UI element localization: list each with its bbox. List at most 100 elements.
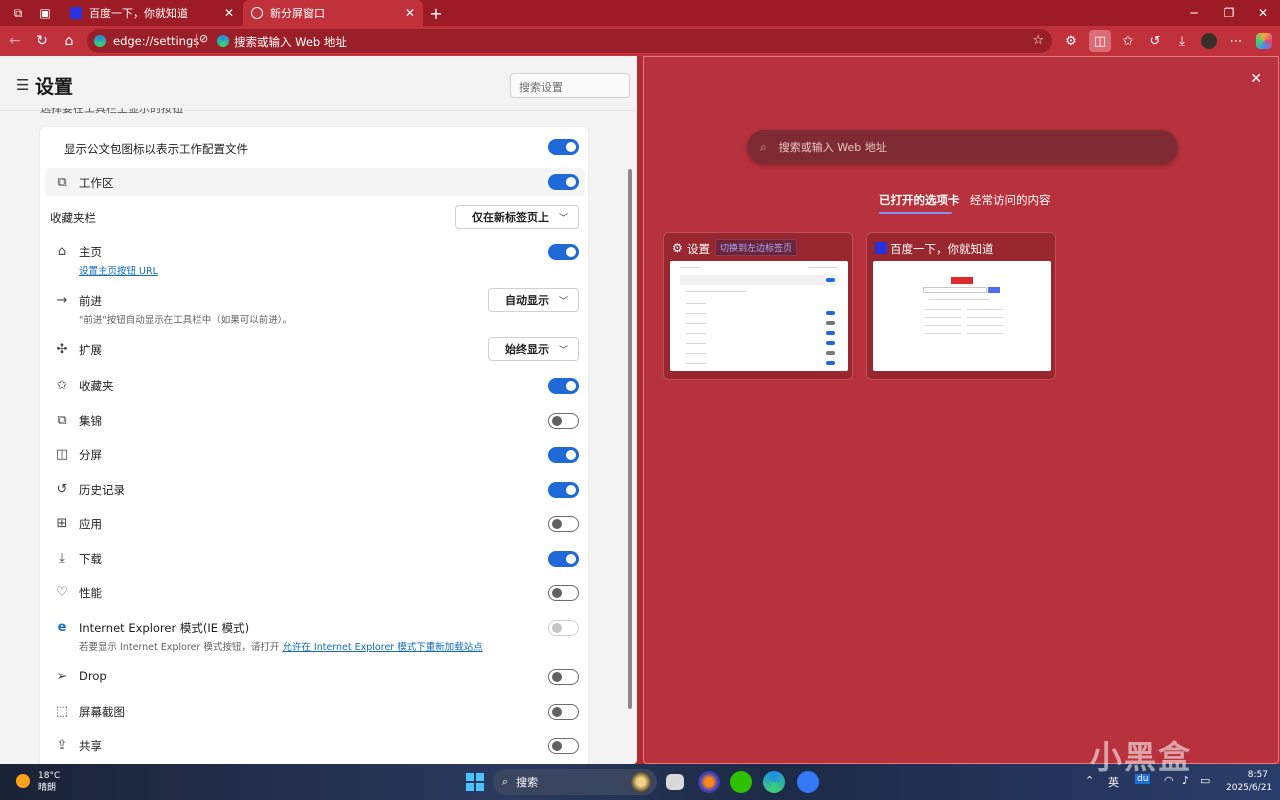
tab-open-tabs[interactable]: 已打开的选项卡 xyxy=(879,192,960,208)
watermark-logo: 小黑盒 xyxy=(1090,738,1193,776)
chevron-down-icon: ﹀ xyxy=(558,213,568,224)
edge-icon[interactable] xyxy=(763,771,785,793)
gear-icon: ⚙ xyxy=(672,241,683,255)
apps-icon: ⊞ xyxy=(56,516,68,531)
start-button[interactable] xyxy=(466,773,484,791)
workspaces-icon[interactable]: ⧉ xyxy=(6,2,30,24)
hamburger-menu-icon[interactable]: ☰ xyxy=(16,76,29,94)
settings-search-input[interactable]: 搜索设置 xyxy=(510,73,630,98)
toggle-home[interactable] xyxy=(548,244,579,260)
tab-frequent[interactable]: 经常访问的内容 xyxy=(970,192,1051,208)
more-menu-icon[interactable]: ⋯ xyxy=(1225,30,1247,52)
row-favorites-bar: 收藏夹栏 仅在新标签页上 ﹀ xyxy=(45,205,585,229)
favorites-icon: ✩ xyxy=(56,378,68,393)
baidu-favicon-icon xyxy=(875,242,887,254)
row-extensions: ✣ 扩展 始终显示 ﹀ xyxy=(45,337,585,362)
wechat-icon[interactable] xyxy=(730,771,752,793)
avatar[interactable] xyxy=(1198,30,1220,52)
address-bar[interactable]: edge://settings ⊘ 搜索或输入 Web 地址 ☆ xyxy=(87,29,1052,53)
row-ie-mode: e Internet Explorer 模式(IE 模式) 若要显示 Inter… xyxy=(45,620,585,653)
ie-reload-sites-link[interactable]: 允许在 Internet Explorer 模式下重新加载站点 xyxy=(282,642,482,653)
weather-widget[interactable]: 18°C 晴朗 xyxy=(38,770,60,794)
tab-label: 百度一下，你就知道 xyxy=(89,7,188,20)
row-collections: ⧉ 集锦 xyxy=(45,413,585,431)
chevron-down-icon: ﹀ xyxy=(558,345,568,356)
row-home: ⌂ 主页 设置主页按钮 URL xyxy=(45,244,585,277)
minimize-icon[interactable]: ─ xyxy=(1176,0,1212,26)
sun-icon[interactable] xyxy=(16,774,30,788)
app-orb-icon[interactable] xyxy=(698,771,720,793)
app-circle-icon[interactable] xyxy=(797,771,819,793)
tab-new-split[interactable]: 新分屏窗口 ✕ xyxy=(243,0,423,26)
settings-thumbnail xyxy=(670,261,848,371)
favorites-icon[interactable]: ✩ xyxy=(1117,30,1139,52)
toggle-screenshot[interactable] xyxy=(548,704,579,720)
row-downloads: ⤓ 下载 xyxy=(45,551,585,569)
screenshot-icon: ⬚ xyxy=(55,704,69,719)
active-tab-indicator xyxy=(879,212,952,214)
tab-baidu[interactable]: 百度一下，你就知道 ✕ xyxy=(62,0,242,26)
toolbar: ← ↻ ⌂ edge://settings ⊘ 搜索或输入 Web 地址 ☆ ⚙… xyxy=(0,26,1280,56)
split-link-icon[interactable]: ⊘ xyxy=(199,32,208,45)
toggle-collections[interactable] xyxy=(548,413,579,429)
split-screen-icon[interactable]: ◫ xyxy=(1089,30,1111,52)
scrollbar[interactable] xyxy=(628,169,632,709)
taskbar: 18°C 晴朗 ⌕ 搜索 ⌃ 英 du ◠ ♪ ▭ 8:57 2025/6/21 xyxy=(0,764,1280,800)
restore-icon[interactable]: ❐ xyxy=(1211,0,1247,26)
home-icon[interactable]: ⌂ xyxy=(57,30,81,52)
card-baidu[interactable]: 百度一下，你就知道 xyxy=(866,232,1056,380)
row-work-profile-icon: 显示公文包图标以表示工作配置文件 xyxy=(45,139,585,161)
toggle-performance[interactable] xyxy=(548,585,579,601)
toggle-work-profile[interactable] xyxy=(548,139,579,155)
split-search-input[interactable]: ⌕ 搜索或输入 Web 地址 xyxy=(747,130,1178,164)
extensions-icon: ✣ xyxy=(56,342,68,357)
switch-left-badge[interactable]: 切换到左边标签页 xyxy=(715,239,798,256)
split-pane: ✕ ⌕ 搜索或输入 Web 地址 已打开的选项卡 经常访问的内容 ⚙ 设置 切换… xyxy=(643,56,1279,764)
forward-dropdown[interactable]: 自动显示 ﹀ xyxy=(487,288,579,312)
performance-icon: ♡ xyxy=(56,585,68,600)
close-tab-icon[interactable]: ✕ xyxy=(405,6,415,20)
tab-label: 新分屏窗口 xyxy=(270,7,325,20)
download-icon[interactable]: ⤓ xyxy=(1171,30,1193,52)
search-icon: ⌕ xyxy=(502,775,509,788)
search-icon: ⌕ xyxy=(760,139,767,154)
toggle-history[interactable] xyxy=(548,482,579,498)
refresh-icon[interactable]: ↻ xyxy=(30,30,54,52)
split-address-input[interactable]: 搜索或输入 Web 地址 xyxy=(234,34,347,50)
new-tab-button[interactable]: + xyxy=(424,2,448,24)
row-apps: ⊞ 应用 xyxy=(45,516,585,534)
home-url-link[interactable]: 设置主页按钮 URL xyxy=(79,266,158,277)
history-icon[interactable]: ↺ xyxy=(1144,30,1166,52)
toggle-apps[interactable] xyxy=(548,516,579,532)
favorites-bar-dropdown[interactable]: 仅在新标签页上 ﹀ xyxy=(454,205,579,229)
collections-icon: ⧉ xyxy=(57,413,67,428)
row-workspaces: ⧉ 工作区 xyxy=(45,168,585,196)
battery-icon[interactable]: ▭ xyxy=(1200,774,1210,787)
taskbar-search[interactable]: ⌕ 搜索 xyxy=(493,769,657,795)
favorite-star-icon[interactable]: ☆ xyxy=(1032,33,1044,48)
toggle-ie-mode xyxy=(548,620,579,636)
toggle-favorites[interactable] xyxy=(548,378,579,394)
toggle-downloads[interactable] xyxy=(548,551,579,567)
copilot-icon[interactable] xyxy=(1253,30,1275,52)
row-share: ⇪ 共享 xyxy=(45,738,585,756)
extensions-dropdown[interactable]: 始终显示 ﹀ xyxy=(487,337,579,361)
tab-actions-icon[interactable]: ▣ xyxy=(33,2,57,24)
toggle-drop[interactable] xyxy=(548,669,579,685)
share-icon: ⇪ xyxy=(56,738,68,753)
taskbar-clock[interactable]: 8:57 2025/6/21 xyxy=(1226,769,1272,795)
download-icon: ⤓ xyxy=(59,551,65,566)
toggle-split-screen[interactable] xyxy=(548,447,579,463)
close-split-icon[interactable]: ✕ xyxy=(1250,71,1262,87)
address-url[interactable]: edge://settings xyxy=(113,34,199,48)
file-explorer-icon[interactable] xyxy=(666,774,684,790)
back-arrow-icon[interactable]: ← xyxy=(3,30,27,52)
card-settings[interactable]: ⚙ 设置 切换到左边标签页 xyxy=(663,232,853,380)
toggle-share[interactable] xyxy=(548,738,579,754)
close-tab-icon[interactable]: ✕ xyxy=(224,6,234,20)
toggle-workspaces[interactable] xyxy=(548,174,579,190)
settings-header: ☰ 设置 搜索设置 xyxy=(0,56,637,111)
chevron-down-icon: ﹀ xyxy=(558,296,568,307)
extensions-icon[interactable]: ⚙ xyxy=(1060,30,1082,52)
close-window-icon[interactable]: ✕ xyxy=(1245,0,1280,26)
